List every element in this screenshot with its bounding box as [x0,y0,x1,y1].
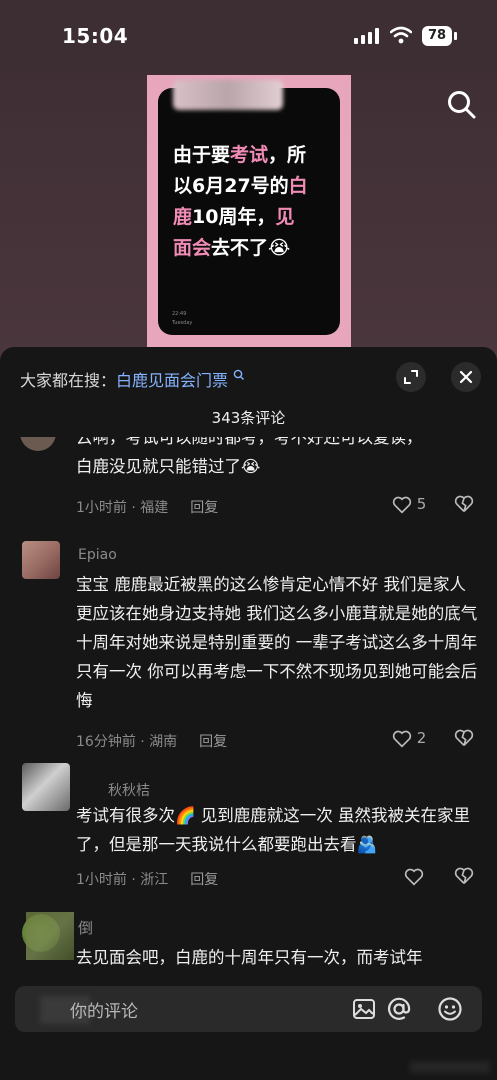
poster-clock-day: Tuesday [172,320,193,326]
close-icon [459,370,473,384]
comment-username[interactable]: 倒 [78,917,93,938]
like-button[interactable]: 2 [392,729,426,748]
avatar[interactable] [22,763,70,811]
heart-icon [392,496,412,514]
image-icon[interactable] [352,998,376,1020]
avatar[interactable] [20,437,56,451]
comment-text[interactable]: 宝宝 鹿鹿最近被黑的这么惨肯定心情不好 我们是家人更应该在她身边支持她 我们这么… [76,570,481,715]
search-small-icon [233,369,245,380]
reply-button[interactable]: 回复 [199,734,227,750]
comment-username[interactable]: Epiao [78,547,117,563]
broken-heart-icon [454,495,474,512]
broken-heart-icon [454,729,474,746]
sheet-header: 大家都在搜：白鹿见面会门票 343条评论 [0,347,497,437]
expand-button[interactable] [396,362,426,392]
poster-blurred-region [173,80,283,110]
poster-text: 由于要考试，所 以6月27号的白 鹿10周年，见 面会去不了😭 [173,144,308,259]
comment-meta: 1小时前 · 福建 回复 [76,500,219,516]
mention-icon[interactable] [386,996,412,1022]
wifi-icon [390,26,412,44]
comment-meta: 1小时前 · 浙江 回复 [76,872,219,888]
status-time: 15:04 [62,24,129,48]
comment-text[interactable]: 云啊，考试可以随时都考，考不好还可以复读， 白鹿没见就只能错过了😭 [76,437,481,481]
search-icon[interactable] [446,89,478,121]
watermark-blur [410,1061,490,1073]
comment-text[interactable]: 去见面会吧，白鹿的十周年只有一次，而考试年 [76,943,481,972]
reply-button[interactable]: 回复 [190,872,218,888]
dislike-button[interactable] [454,729,474,751]
broken-heart-icon [454,867,474,884]
heart-icon [392,730,412,748]
comment-input[interactable]: 你的评论 [15,986,482,1032]
like-button[interactable]: 5 [392,495,426,514]
battery-nub [454,32,457,40]
close-button[interactable] [451,362,481,392]
status-bar: 15:04 78 [0,0,497,70]
heart-icon [404,868,424,886]
avatar[interactable] [22,541,60,579]
comment-input-placeholder: 你的评论 [70,1002,138,1022]
trending-search-hint[interactable]: 大家都在搜：白鹿见面会门票 [20,367,245,391]
battery-indicator: 78 [422,26,452,46]
comment-input-bar: 你的评论 [0,977,497,1080]
dislike-button[interactable] [454,495,474,517]
comment-username[interactable]: 秋秋桔 [108,780,150,800]
comment-count: 343条评论 [211,409,286,427]
expand-icon [404,370,418,384]
emoji-icon[interactable] [437,996,463,1022]
poster-clock-time: 22:49 [172,311,187,317]
comment-text[interactable]: 考试有很多次🌈 见到鹿鹿就这一次 虽然我被关在家里了，但是那一天我说什么都要跑出… [76,801,481,859]
dislike-button[interactable] [454,867,474,889]
comment-list[interactable]: 云啊，考试可以随时都考，考不好还可以复读， 白鹿没见就只能错过了😭 1小时前 ·… [0,437,497,977]
cellular-signal-icon [354,28,379,44]
like-button[interactable] [404,867,424,886]
trending-search-link[interactable]: 白鹿见面会门票 [116,371,228,390]
comment-meta: 16分钟前 · 湖南 回复 [76,734,228,750]
reply-button[interactable]: 回复 [190,500,218,516]
avatar-blur [26,912,74,960]
